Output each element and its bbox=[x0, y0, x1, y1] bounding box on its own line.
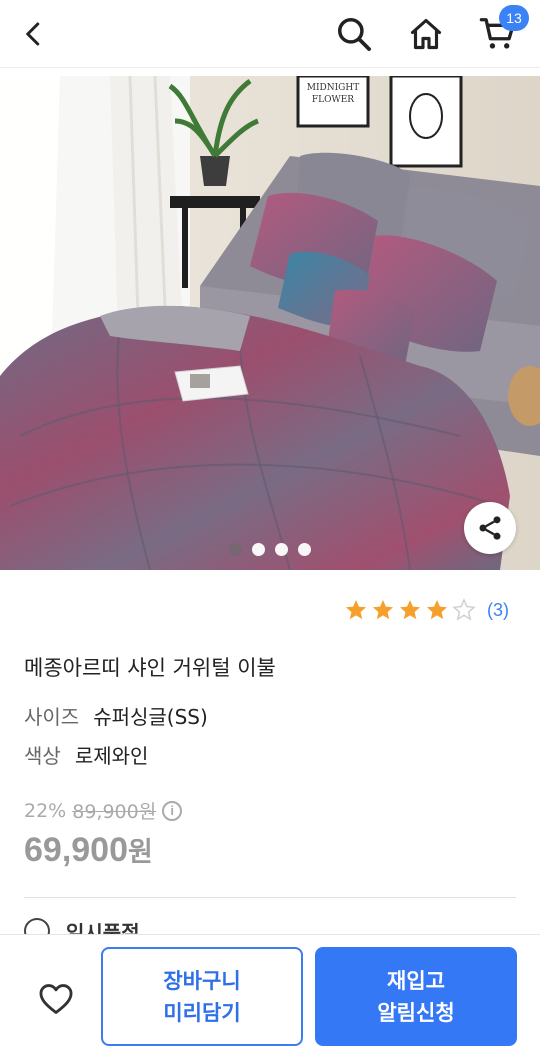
carousel-dot[interactable] bbox=[229, 543, 242, 556]
sale-price-number: 69,900 bbox=[24, 831, 128, 869]
bedding-photo: MIDNIGHT FLOWER bbox=[0, 76, 540, 570]
wishlist-button[interactable] bbox=[32, 975, 80, 1023]
size-value: 슈퍼싱글(SS) bbox=[93, 705, 208, 729]
discount-rate: 22% bbox=[24, 799, 67, 822]
discount-line: 22% 89,900원 i bbox=[24, 797, 183, 824]
sale-price-unit: 원 bbox=[128, 837, 153, 868]
cart-button-line1: 장바구니 bbox=[163, 968, 241, 993]
carousel-dot[interactable] bbox=[298, 543, 311, 556]
search-icon bbox=[338, 18, 371, 51]
carousel-indicator bbox=[0, 543, 540, 559]
restock-notify-button[interactable]: 재입고 알림신청 bbox=[315, 947, 517, 1046]
star-filled-icon bbox=[373, 600, 393, 620]
back-button[interactable] bbox=[10, 10, 58, 58]
divider bbox=[24, 897, 516, 898]
review-rating[interactable]: (3) bbox=[344, 596, 509, 624]
carousel-dot[interactable] bbox=[275, 543, 288, 556]
notify-button-line1: 재입고 bbox=[387, 968, 445, 993]
review-count[interactable]: (3) bbox=[487, 600, 509, 621]
option-size: 사이즈 슈퍼싱글(SS) bbox=[24, 701, 208, 730]
add-to-cart-button[interactable]: 장바구니 미리담기 bbox=[101, 947, 303, 1046]
home-icon bbox=[410, 18, 442, 50]
heart-icon bbox=[39, 984, 73, 1014]
star-filled-icon bbox=[427, 600, 447, 620]
size-label: 사이즈 bbox=[24, 705, 80, 729]
original-price: 89,900원 bbox=[72, 801, 157, 823]
star-filled-icon bbox=[400, 600, 420, 620]
star-empty-icon bbox=[452, 598, 476, 621]
star-filled-icon bbox=[346, 600, 366, 620]
frame-text-2: FLOWER bbox=[312, 95, 354, 105]
search-button[interactable] bbox=[330, 10, 378, 58]
sale-price: 69,900원 bbox=[24, 830, 153, 870]
cart-count-badge: 13 bbox=[499, 5, 529, 31]
frame-text-1: MIDNIGHT bbox=[307, 83, 359, 93]
top-app-bar: 13 bbox=[0, 0, 540, 68]
chevron-left-icon bbox=[26, 22, 40, 46]
product-image[interactable]: MIDNIGHT FLOWER bbox=[0, 76, 540, 570]
info-icon[interactable]: i bbox=[162, 800, 183, 821]
cart-button-line2: 미리담기 bbox=[163, 1000, 241, 1025]
notify-button-line2: 알림신청 bbox=[377, 1000, 455, 1025]
product-title: 메종아르띠 샤인 거위털 이불 bbox=[24, 656, 276, 680]
carousel-dot[interactable] bbox=[252, 543, 265, 556]
share-icon bbox=[479, 516, 501, 540]
color-label: 색상 bbox=[24, 744, 61, 768]
home-button[interactable] bbox=[402, 10, 450, 58]
option-color: 색상 로제와인 bbox=[24, 740, 148, 769]
bottom-action-bar: 장바구니 미리담기 재입고 알림신청 bbox=[0, 934, 540, 1057]
color-value: 로제와인 bbox=[74, 744, 149, 768]
